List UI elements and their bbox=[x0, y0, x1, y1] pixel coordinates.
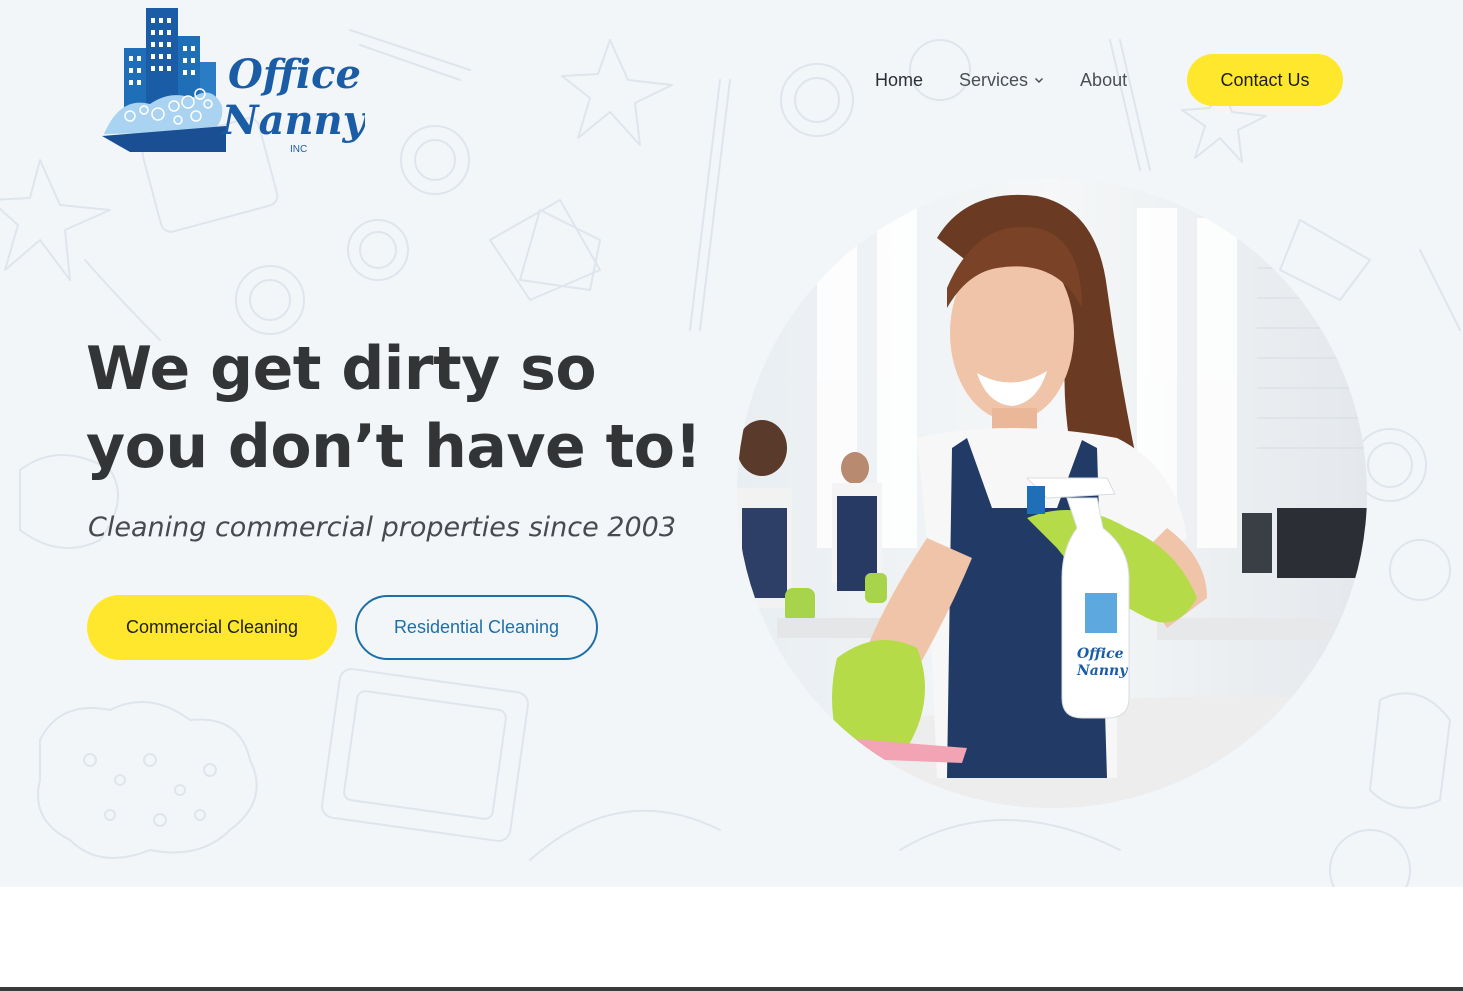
hero-photo-illustration: Office Nanny bbox=[737, 178, 1367, 808]
nav-home-label: Home bbox=[875, 69, 924, 90]
nav-home[interactable]: Home bbox=[875, 70, 923, 91]
contact-us-button[interactable]: Contact Us bbox=[1187, 54, 1343, 106]
office-nanny-logo[interactable]: Office Nanny INC bbox=[100, 6, 369, 156]
hero-tagline: Cleaning commercial properties since 200… bbox=[88, 512, 677, 543]
hero-photo-cleaner: Office Nanny bbox=[737, 178, 1367, 808]
bottle-label-nanny: Nanny bbox=[1076, 663, 1128, 679]
main-nav: Home Services About bbox=[860, 54, 1163, 106]
hero-headline: We get dirty so you don’t have to! bbox=[86, 334, 702, 482]
nav-about-label: About bbox=[1080, 69, 1128, 90]
nav-services-label: Services bbox=[959, 69, 1029, 90]
hero-section: Office Nanny INC Home Services About Con… bbox=[0, 0, 1463, 887]
nav-services[interactable]: Services bbox=[959, 70, 1044, 91]
logo-suffix: INC bbox=[290, 144, 307, 155]
residential-cleaning-button[interactable]: Residential Cleaning bbox=[355, 595, 598, 660]
commercial-cleaning-button[interactable]: Commercial Cleaning bbox=[87, 595, 337, 660]
logo-wordmark-nanny: Nanny bbox=[220, 97, 365, 144]
nav-about[interactable]: About bbox=[1080, 70, 1127, 91]
chevron-down-icon bbox=[1035, 77, 1044, 84]
logo-graphic: Office Nanny INC bbox=[102, 8, 369, 155]
logo-wordmark-office: Office bbox=[228, 51, 361, 98]
bottle-label-office: Office bbox=[1077, 646, 1124, 662]
bottom-divider bbox=[0, 987, 1463, 991]
